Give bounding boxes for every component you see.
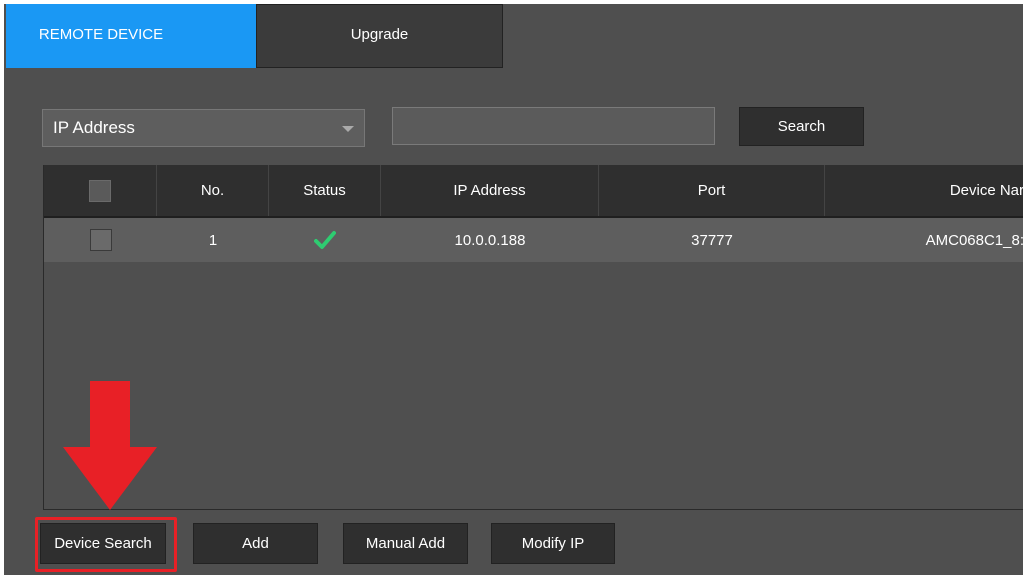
row-ip-address: 10.0.0.188: [454, 231, 526, 249]
header-status: Status: [269, 165, 381, 216]
row-select-cell: [44, 218, 157, 262]
header-port: Port: [599, 165, 825, 216]
search-filter-select[interactable]: IP Address: [42, 109, 365, 147]
red-arrow-annotation: [63, 381, 157, 510]
modify-ip-button[interactable]: Modify IP: [491, 523, 615, 564]
search-input[interactable]: [392, 107, 715, 145]
row-port: 37777: [691, 231, 733, 249]
table-header: No. Status IP Address Port Device Nar: [44, 165, 1023, 218]
row-device-name: AMC068C1_8:: [925, 231, 1023, 249]
table-row[interactable]: 1 10.0.0.188 37777 AMC068C1_8:: [44, 218, 1023, 262]
add-button[interactable]: Add: [193, 523, 318, 564]
tab-remote-device[interactable]: REMOTE DEVICE: [6, 4, 256, 68]
header-ip-address: IP Address: [381, 165, 599, 216]
row-status: [269, 218, 381, 262]
header-device-name: Device Nar: [949, 182, 1023, 199]
chevron-down-icon: [342, 126, 354, 132]
select-all-checkbox[interactable]: [89, 179, 111, 202]
online-check-icon: [314, 231, 336, 249]
search-filter-value: IP Address: [53, 118, 135, 137]
device-search-button[interactable]: Device Search: [40, 523, 166, 564]
header-select-all: [44, 165, 157, 216]
manual-add-button[interactable]: Manual Add: [343, 523, 468, 564]
device-table: No. Status IP Address Port Device Nar 1 …: [43, 165, 1023, 510]
tab-upgrade[interactable]: Upgrade: [256, 4, 503, 68]
row-checkbox[interactable]: [89, 229, 112, 251]
search-button[interactable]: Search: [739, 107, 864, 146]
header-no: No.: [157, 165, 269, 216]
row-no: 1: [208, 231, 218, 249]
